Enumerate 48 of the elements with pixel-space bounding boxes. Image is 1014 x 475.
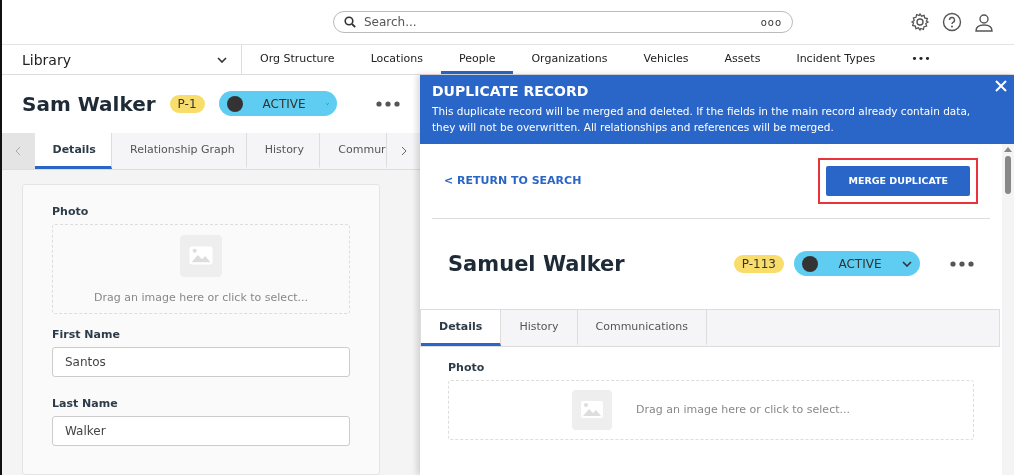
record-tab[interactable]: History [246,132,321,169]
record-id-tag: P-113 [733,254,784,273]
image-placeholder-icon [572,389,612,430]
caret-icon [902,260,912,267]
nav-tab[interactable]: Organizations [513,45,626,74]
chevron-right-icon [400,145,407,156]
close-icon[interactable] [994,79,1008,93]
image-placeholder-icon [180,234,222,277]
field-label: Last Name [52,397,119,410]
nav-tab[interactable]: Incident Types [778,45,894,74]
status-dropdown[interactable]: ACTIVE [794,251,920,277]
search-icon [344,16,356,28]
record-id-tag: P-1 [169,94,205,113]
record-tab[interactable]: Relationship Graph [112,132,247,169]
user-icon[interactable] [974,12,994,32]
photo-dropzone[interactable]: Drag an image here or click to select... [448,379,974,440]
record-name: Samuel Walker [448,251,625,276]
more-icon[interactable] [950,260,974,267]
record-tab[interactable]: Details [34,132,112,169]
settings-icon[interactable] [910,12,930,32]
chevron-left-icon [15,145,22,156]
field-label: First Name [52,328,121,341]
field-label: Photo [448,360,486,374]
photo-dropzone[interactable]: Drag an image here or click to select... [52,224,350,314]
nav-tab[interactable]: ••• [893,45,949,74]
nav-tab[interactable]: Org Structure [242,45,353,74]
help-icon[interactable] [942,12,962,32]
text-field[interactable]: Santos [52,347,350,377]
record-tab[interactable]: Commur [320,132,388,169]
text-field[interactable]: Walker [52,416,350,446]
record-tab[interactable]: Details [421,309,502,346]
field-label: Photo [52,205,90,218]
scroll-up-icon[interactable] [1004,146,1012,152]
status-dropdown[interactable]: ACTIVE [218,91,337,117]
caret-icon [217,56,227,63]
panel-message: This duplicate record will be merged and deleted. If the fields in the main record already contain data, they will not be overwritten. All relationships and references will be merged. [432,104,972,136]
record-name: Sam Walker [22,91,156,116]
return-to-search-link[interactable]: < RETURN TO SEARCH [444,174,582,188]
nav-tab[interactable]: Locations [352,45,441,74]
dropzone-hint: Drag an image here or click to select... [94,290,308,304]
more-icon[interactable] [376,100,400,107]
nav-tab[interactable]: Vehicles [625,45,707,74]
merge-duplicate-button[interactable]: MERGE DUPLICATE [826,165,970,196]
search-options[interactable]: ooo [760,16,782,28]
scrollbar-thumb[interactable] [1005,155,1011,194]
dropzone-hint: Drag an image here or click to select... [636,403,850,417]
panel-title: DUPLICATE RECORD [432,83,590,99]
nav-tab[interactable]: Assets [706,45,779,74]
